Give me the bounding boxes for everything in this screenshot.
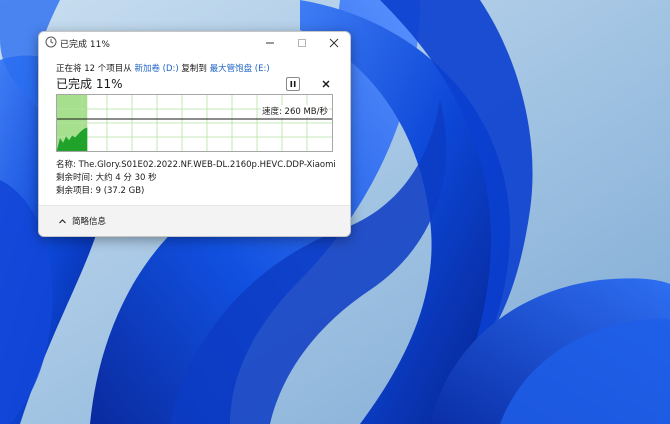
speed-label: 速度: 260 MB/秒	[260, 105, 329, 117]
items-remaining-row: 剩余项目: 9 (37.2 GB)	[56, 184, 144, 196]
source-drive-link[interactable]: 新加卷 (D:)	[134, 64, 178, 74]
file-name-label: 名称:	[56, 160, 79, 170]
time-remaining-value: 大约 4 分 30 秒	[95, 173, 157, 183]
copy-prefix: 正在将 12 个项目从	[56, 64, 135, 74]
close-icon	[329, 38, 339, 48]
less-info-toggle[interactable]: 简略信息	[58, 215, 106, 227]
time-remaining-label: 剩余时间:	[56, 173, 96, 183]
minimize-icon	[266, 42, 274, 44]
chevron-up-icon	[59, 218, 66, 223]
close-window-button[interactable]	[318, 32, 350, 54]
dialog-footer: 简略信息	[39, 206, 350, 236]
pause-button[interactable]	[286, 77, 300, 91]
cancel-copy-button[interactable]	[319, 77, 333, 91]
maximize-button[interactable]	[286, 32, 318, 54]
file-name-value: The.Glory.S01E02.2022.NF.WEB-DL.2160p.HE…	[78, 160, 336, 170]
copy-progress-dialog: 已完成 11% 正在将 12 个项目从 新加卷 (D:) 复制到 最大管饱盘 (…	[38, 31, 351, 237]
copy-description: 正在将 12 个项目从 新加卷 (D:) 复制到 最大管饱盘 (E:)	[56, 62, 270, 74]
percent-complete-label: 已完成 11%	[56, 77, 123, 91]
maximize-icon	[298, 39, 306, 47]
window-title: 已完成 11%	[60, 40, 110, 50]
destination-drive-link[interactable]: 最大管饱盘 (E:)	[210, 64, 270, 74]
minimize-button[interactable]	[254, 32, 286, 54]
copy-mid: 复制到	[178, 64, 210, 74]
time-remaining-row: 剩余时间: 大约 4 分 30 秒	[56, 171, 157, 183]
items-remaining-value: 9 (37.2 GB)	[95, 186, 145, 196]
close-icon	[322, 80, 330, 88]
title-bar: 已完成 11%	[39, 32, 350, 54]
items-remaining-label: 剩余项目:	[56, 186, 96, 196]
pause-icon	[290, 81, 296, 87]
transfer-speed-graph: 速度: 260 MB/秒	[56, 94, 333, 152]
speed-graph-canvas	[57, 95, 332, 151]
less-info-label: 简略信息	[72, 217, 107, 227]
graph-grid	[57, 95, 332, 151]
file-name-row: 名称: The.Glory.S01E02.2022.NF.WEB-DL.2160…	[56, 158, 336, 170]
clock-icon	[45, 36, 57, 48]
